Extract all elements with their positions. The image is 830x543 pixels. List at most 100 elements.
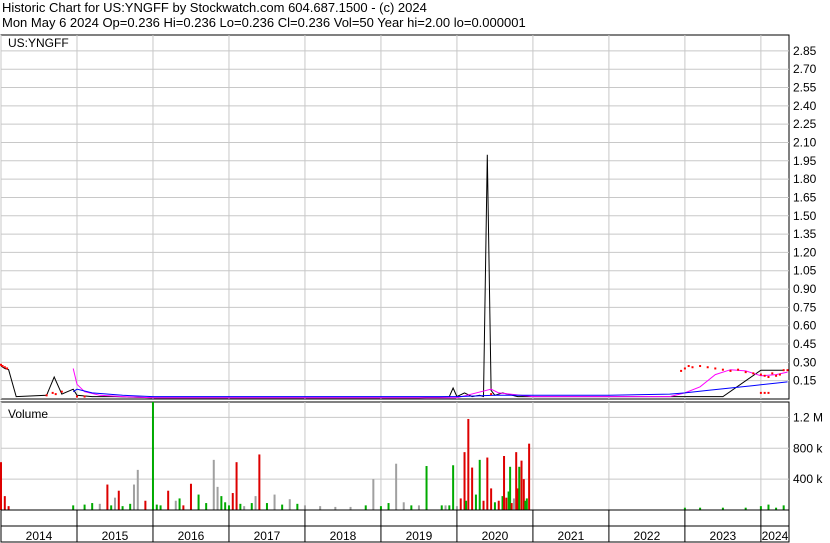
volume-bar [528,443,531,510]
price-y-tick-label: 1.20 [793,245,817,259]
stock-chart: 0.15 0.30 0.45 0.60 0.75 0.90 1.05 1.20 1.35 1.50… [0,34,823,543]
price-y-tick-label: 1.50 [793,209,817,223]
volume-bar [467,418,470,510]
price-y-tick-label: 2.10 [793,135,817,149]
price-marker-point [767,391,770,394]
volume-bar [106,484,109,510]
price-marker-point [83,395,86,398]
volume-bar [224,502,227,510]
price-marker-point [60,390,63,393]
volume-bar [281,504,284,510]
price-y-axis: 0.15 0.30 0.45 0.60 0.75 0.90 1.05 1.20 1.35 1.50… [793,44,817,388]
volume-bar [250,503,253,510]
volume-bar [174,500,177,510]
volume-bar [91,503,94,510]
price-marker-point [737,368,740,371]
x-axis-tick-label: 2014 [26,529,53,543]
volume-bar [482,500,485,510]
price-marker-point [763,374,766,377]
volume-bar [136,469,139,510]
price-marker-point [775,374,778,377]
volume-bar [455,506,458,510]
price-marker-point [744,371,747,374]
volume-bar [471,467,474,510]
price-y-tick-label: 1.05 [793,264,817,278]
volume-bar [490,488,493,510]
volume-bar [465,500,468,510]
volume-bar [759,506,762,510]
price-y-tick-label: 0.75 [793,300,817,314]
volume-bar [444,505,447,510]
volume-bar [767,504,770,510]
volume-bar [258,454,261,510]
x-axis: 2014 2015 2016 2017 2018 2019 2020 2021 2022 2023… [0,509,790,543]
volume-bar [178,498,181,510]
price-marker-point [786,369,789,372]
price-marker-point [729,369,732,372]
price-marker-point [759,373,762,376]
volume-bar [212,459,215,510]
x-axis-tick-label: 2024 [762,529,789,543]
volume-bar [510,503,513,510]
volume-bar [379,506,382,510]
price-y-tick-label: 2.25 [793,117,817,131]
volume-y-axis: 400 k 800 k 1.2 M [793,410,823,486]
price-marker-point [767,376,770,379]
volume-bar [505,497,508,510]
price-y-tick-label: 2.85 [793,44,817,58]
volume-bar [440,505,443,510]
volume-bar [227,505,230,510]
volume-bar [288,499,291,510]
volume-bar [98,503,101,510]
price-y-tick-label: 2.55 [793,81,817,95]
volume-bar [72,505,75,510]
price-marker-point [752,372,755,375]
volume-bar [7,506,10,510]
volume-bar [83,504,86,510]
volume-bar [525,498,528,510]
price-marker-point [683,367,686,370]
volume-bar [113,497,116,510]
price-marker-point [691,366,694,369]
volume-panel: 400 k 800 k 1.2 M Volume [0,401,823,511]
volume-bar [129,503,132,510]
price-y-tick-label: 1.95 [793,154,817,168]
volume-bar [452,465,455,510]
volume-bar [319,506,322,510]
volume-bar [205,503,208,510]
volume-bar [197,494,200,510]
price-marker-point [778,373,781,376]
price-marker-point [6,367,9,370]
volume-bar [448,505,451,510]
x-axis-tick-label: 2016 [178,529,205,543]
price-marker-point [54,393,57,396]
volume-panel-title: Volume [8,407,48,421]
price-y-tick-label: 0.30 [793,355,817,369]
volume-bar [235,462,238,510]
price-marker-point [75,395,78,398]
volume-bar [372,479,375,510]
volume-bar [182,505,185,510]
price-marker-point [45,394,48,397]
volume-bar [402,502,405,510]
volume-bar [410,505,413,510]
price-panel-title: US:YNGFF [8,36,69,50]
x-axis-tick-label: 2020 [482,529,509,543]
volume-y-tick-label: 800 k [793,441,823,455]
volume-bar [417,505,420,510]
volume-bar [364,505,367,510]
volume-bar [497,500,500,510]
volume-bar [0,462,2,510]
volume-bar [117,490,120,510]
price-marker-point [1,365,4,368]
volume-bar [110,505,113,510]
volume-bar [159,505,162,510]
volume-bar [303,505,306,510]
price-marker-point [721,368,724,371]
volume-bar [132,484,135,510]
price-marker-point [680,369,683,372]
price-marker-point [490,393,493,396]
volume-bar [503,456,506,510]
volume-bar [3,496,6,510]
volume-bar [167,490,170,510]
